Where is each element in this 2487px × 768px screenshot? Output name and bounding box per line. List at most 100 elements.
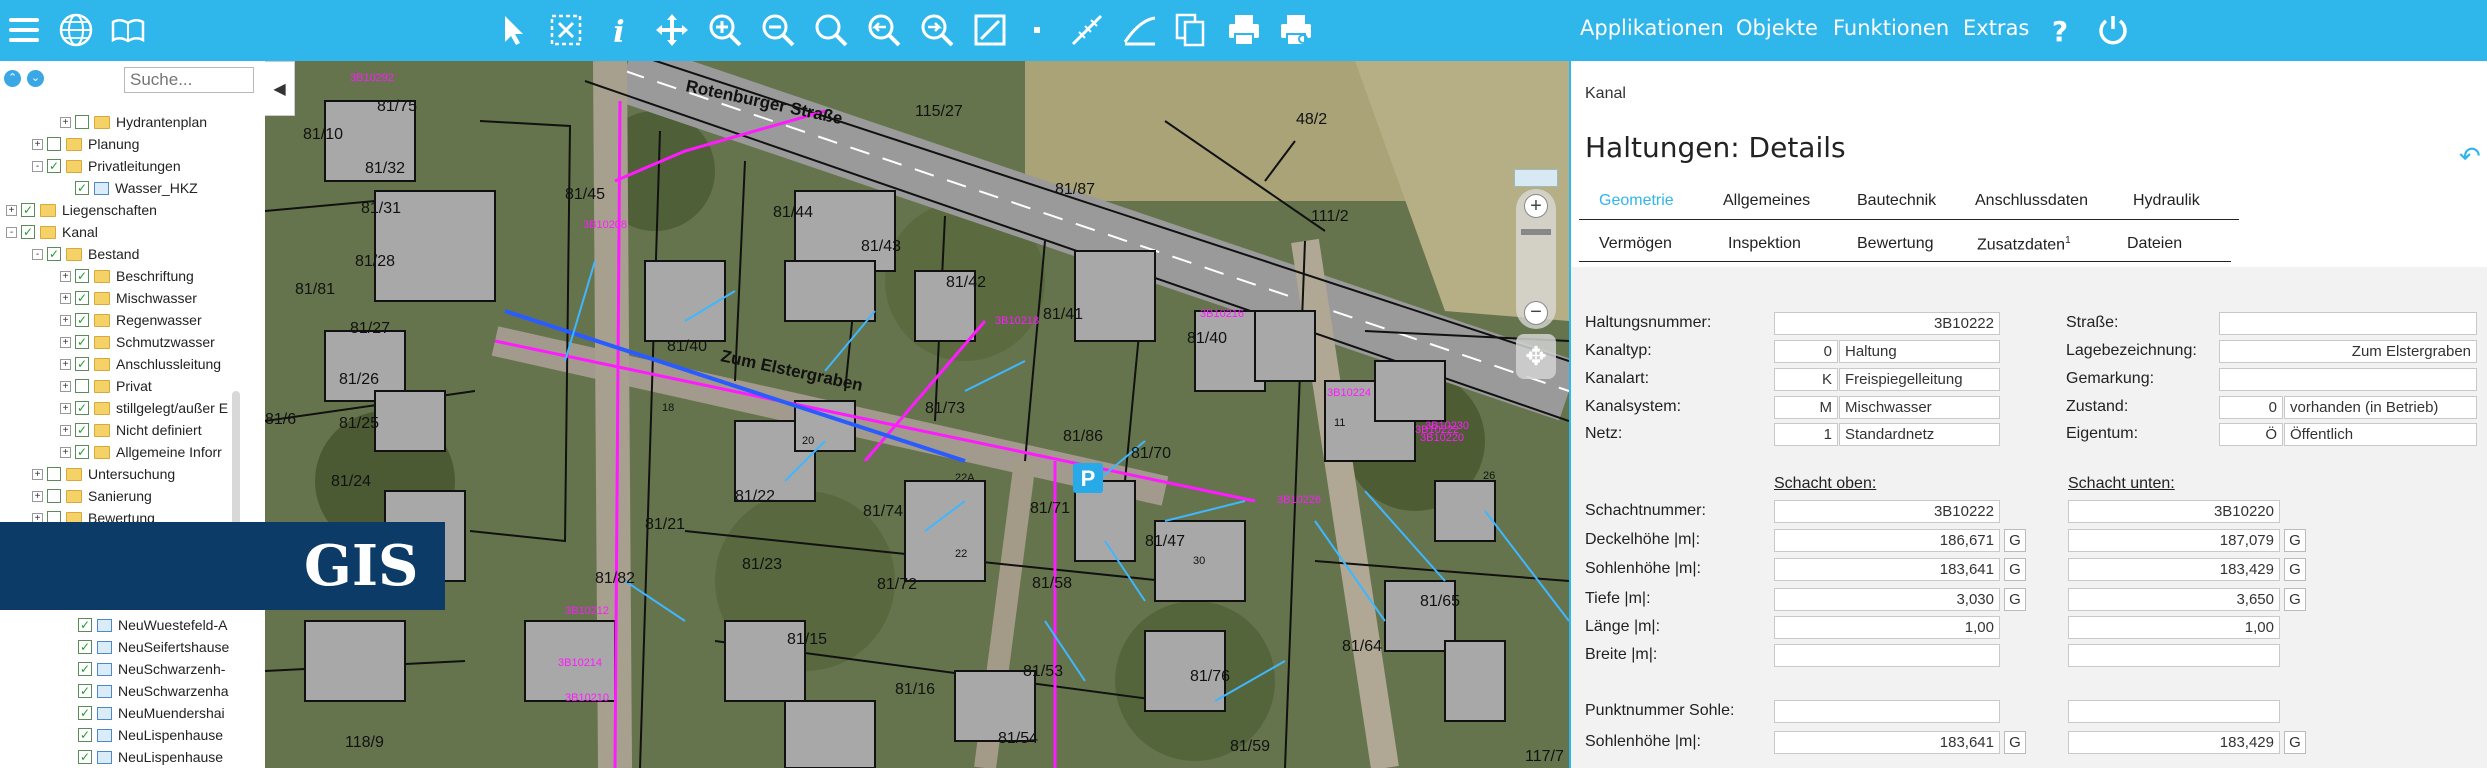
kanalsystem-field[interactable]: Mischwasser xyxy=(1839,396,2000,419)
zoom-slider-handle[interactable] xyxy=(1521,229,1551,235)
point-icon[interactable] xyxy=(1017,9,1057,51)
zustand-code-field[interactable]: 0 xyxy=(2219,396,2283,419)
map-view[interactable]: P Rotenburger Straße Zum Elstergraben 81… xyxy=(265,61,1569,768)
layer-checkbox[interactable]: ✓ xyxy=(75,401,89,415)
help-icon[interactable]: ? xyxy=(2040,9,2080,51)
tree-expander-icon[interactable]: + xyxy=(60,270,71,282)
kanaltyp-field[interactable]: Haltung xyxy=(1839,340,2000,363)
layer-checkbox[interactable]: ✓ xyxy=(78,618,92,632)
tree-expander-icon[interactable]: + xyxy=(60,380,71,392)
tree-item[interactable]: ✓ Wasser_HKZ xyxy=(60,177,198,199)
tree-item[interactable]: ✓ NeuSchwarzenh- xyxy=(78,658,225,680)
layer-checkbox[interactable]: ✓ xyxy=(75,445,89,459)
zoom-plus-button[interactable]: + xyxy=(1524,194,1548,218)
tiefe-oben-field[interactable]: 3,030 xyxy=(1774,588,2000,611)
tree-expander-icon[interactable]: + xyxy=(60,358,71,370)
netz-field[interactable]: Standardnetz xyxy=(1839,423,2000,446)
layer-checkbox[interactable]: ✓ xyxy=(78,750,92,764)
zustand-field[interactable]: vorhanden (in Betrieb) xyxy=(2284,396,2477,419)
schachtnummer-oben-field[interactable]: 3B10222 xyxy=(1774,500,2000,523)
tree-item[interactable]: + ✓ Mischwasser xyxy=(60,287,197,309)
sohlenhoehe-oben-field[interactable]: 183,641 xyxy=(1774,558,2000,581)
tree-item[interactable]: + ✓ Beschriftung xyxy=(60,265,194,287)
layer-search-input[interactable] xyxy=(124,67,254,93)
layer-checkbox[interactable]: ✓ xyxy=(21,203,35,217)
tab-inspektion[interactable]: Inspektion xyxy=(1728,235,1801,253)
layer-checkbox[interactable]: ✓ xyxy=(78,728,92,742)
breadcrumb[interactable]: Kanal xyxy=(1585,85,1626,103)
tree-item[interactable]: ✓ NeuLispenhause xyxy=(78,724,223,746)
tree-expander-icon[interactable]: - xyxy=(32,248,43,260)
eigentum-field[interactable]: Öffentlich xyxy=(2284,423,2477,446)
layer-checkbox[interactable]: ✓ xyxy=(75,335,89,349)
pointer-icon[interactable] xyxy=(493,9,533,51)
tree-expander-icon[interactable]: + xyxy=(6,204,17,216)
layer-checkbox[interactable] xyxy=(47,467,61,481)
layer-checkbox[interactable]: ✓ xyxy=(78,662,92,676)
kanaltyp-code-field[interactable]: 0 xyxy=(1774,340,1838,363)
eigentum-code-field[interactable]: Ö xyxy=(2219,423,2283,446)
breite-oben-field[interactable] xyxy=(1774,644,2000,667)
layer-checkbox[interactable]: ✓ xyxy=(75,291,89,305)
map-canvas[interactable]: P Rotenburger Straße Zum Elstergraben 81… xyxy=(265,61,1569,768)
tree-expander-icon[interactable]: + xyxy=(60,116,71,128)
print-preview-icon[interactable] xyxy=(1276,9,1316,51)
tree-item[interactable]: + Untersuchung xyxy=(32,463,175,485)
tree-expander-icon[interactable]: + xyxy=(60,424,71,436)
layer-checkbox[interactable]: ✓ xyxy=(21,225,35,239)
kanalart-field[interactable]: Freispiegelleitung xyxy=(1839,368,2000,391)
deckelhoehe-unten-field[interactable]: 187,079 xyxy=(2068,529,2280,552)
laenge-unten-field[interactable]: 1,00 xyxy=(2068,616,2280,639)
menu-extras[interactable]: Extras xyxy=(1963,16,2029,40)
zoom-out-icon[interactable] xyxy=(758,9,798,51)
tab-dateien[interactable]: Dateien xyxy=(2127,235,2182,253)
tree-item[interactable]: + ✓ Liegenschaften xyxy=(6,199,157,221)
schachtnummer-unten-field[interactable]: 3B10220 xyxy=(2068,500,2280,523)
menu-applikationen[interactable]: Applikationen xyxy=(1580,16,1724,40)
layer-checkbox[interactable] xyxy=(47,489,61,503)
power-icon[interactable] xyxy=(2093,9,2133,51)
sohlenhoehe-oben-g-button[interactable]: G xyxy=(2004,558,2026,581)
expand-all-icon[interactable]: ⌄ xyxy=(27,70,44,87)
tree-item[interactable]: - ✓ Kanal xyxy=(6,221,98,243)
layer-checkbox[interactable]: ✓ xyxy=(75,181,89,195)
laenge-oben-field[interactable]: 1,00 xyxy=(1774,616,2000,639)
tree-expander-icon[interactable]: - xyxy=(32,160,43,172)
sohlenhoehe-sohle-oben-field[interactable]: 183,641 xyxy=(1774,731,2000,754)
lagebezeichnung-field[interactable]: Zum Elstergraben xyxy=(2219,340,2477,363)
sohlenhoehe-sohle-unten-g-button[interactable]: G xyxy=(2284,731,2306,754)
tree-expander-icon[interactable]: + xyxy=(32,138,43,150)
netz-code-field[interactable]: 1 xyxy=(1774,423,1838,446)
layer-checkbox[interactable]: ✓ xyxy=(47,159,61,173)
zoom-in-icon[interactable] xyxy=(705,9,745,51)
collapse-sidebar-button[interactable]: ◀ xyxy=(265,61,295,116)
sohlenhoehe-unten-field[interactable]: 183,429 xyxy=(2068,558,2280,581)
layer-checkbox[interactable]: ✓ xyxy=(75,423,89,437)
tree-item[interactable]: ✓ NeuMuendershai xyxy=(78,702,225,724)
haltungsnummer-field[interactable]: 3B10222 xyxy=(1774,312,2000,335)
sohlenhoehe-sohle-unten-field[interactable]: 183,429 xyxy=(2068,731,2280,754)
tab-hydraulik[interactable]: Hydraulik xyxy=(2133,192,2200,210)
zoom-icon[interactable] xyxy=(811,9,851,51)
menu-objekte[interactable]: Objekte xyxy=(1736,16,1818,40)
kanalart-code-field[interactable]: K xyxy=(1774,368,1838,391)
globe-icon[interactable] xyxy=(56,9,96,51)
tiefe-unten-field[interactable]: 3,650 xyxy=(2068,588,2280,611)
tree-item[interactable]: ✓ NeuSchwarzenha xyxy=(78,680,229,702)
open-book-icon[interactable] xyxy=(108,9,148,51)
zoom-extent-icon[interactable] xyxy=(970,9,1010,51)
tree-expander-icon[interactable]: + xyxy=(60,292,71,304)
tree-item[interactable]: + Privat xyxy=(60,375,152,397)
menu-funktionen[interactable]: Funktionen xyxy=(1833,16,1949,40)
tree-expander-icon[interactable]: + xyxy=(60,446,71,458)
layer-checkbox[interactable] xyxy=(75,115,89,129)
tree-expander-icon[interactable]: + xyxy=(60,402,71,414)
punktnummer-unten-field[interactable] xyxy=(2068,700,2280,723)
deckelhoehe-unten-g-button[interactable]: G xyxy=(2284,529,2306,552)
deckelhoehe-oben-field[interactable]: 186,671 xyxy=(1774,529,2000,552)
tree-item[interactable]: - ✓ Bestand xyxy=(32,243,139,265)
zoom-next-icon[interactable] xyxy=(917,9,957,51)
pan-control-icon[interactable]: ✥ xyxy=(1516,334,1556,379)
punktnummer-oben-field[interactable] xyxy=(1774,700,2000,723)
deckelhoehe-oben-g-button[interactable]: G xyxy=(2004,529,2026,552)
